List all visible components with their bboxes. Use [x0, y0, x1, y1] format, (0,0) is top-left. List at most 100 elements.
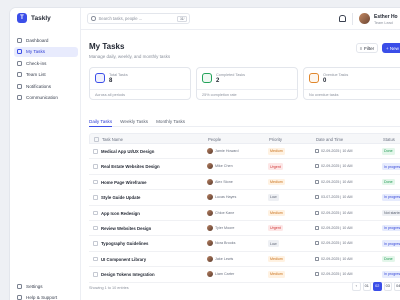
priority-badge[interactable]: Medium — [268, 178, 285, 186]
task-name[interactable]: Real Estate Websites Design — [101, 164, 160, 169]
row-checkbox[interactable] — [93, 195, 98, 200]
page-button-04[interactable]: 04 — [394, 282, 400, 291]
row-checkbox[interactable] — [93, 256, 98, 262]
task-date: 02-09-2025 | 10 AM — [321, 225, 353, 230]
brand[interactable]: T Taskly — [17, 13, 51, 23]
task-name[interactable]: Medical App UI/UX Design — [101, 149, 154, 154]
user-avatar[interactable] — [359, 13, 370, 24]
notification-bell-icon[interactable] — [339, 15, 346, 22]
calendar-icon — [315, 225, 319, 230]
card-label: Overdue Tasks — [323, 73, 349, 77]
priority-badge[interactable]: Urgent — [268, 163, 283, 170]
row-checkbox[interactable] — [93, 164, 98, 169]
table-row[interactable]: Design Tokens Integration Liam Carter Medi… — [89, 267, 400, 283]
sidebar-nav-bottom: Settings Help & Support — [14, 281, 78, 300]
search-input[interactable]: Search tasks, people ... ⌘/ — [87, 13, 190, 24]
priority-badge[interactable]: Low — [268, 240, 279, 247]
sidebar-item-dashboard[interactable]: Dashboard — [14, 35, 78, 45]
task-name[interactable]: Style Guide Update — [101, 195, 140, 200]
app-window: T Taskly Dashboard My Tasks Check-ins Team … — [10, 8, 400, 300]
row-checkbox[interactable] — [93, 210, 98, 216]
task-date: 02-09-2025 | 10 AM — [321, 210, 353, 215]
table-row[interactable]: App Icon Redesign Chloe Kane Medium 02-09-2… — [89, 206, 400, 221]
table-row[interactable]: Real Estate Websites Design Mike Chen Urge… — [89, 159, 400, 175]
status-badge[interactable]: In progress — [382, 163, 400, 170]
sidebar-item-settings[interactable]: Settings — [14, 281, 78, 291]
calendar-icon — [315, 164, 319, 169]
table-header: Task Name People Priority Date and Time Stat… — [89, 133, 400, 144]
sidebar-item-help-support[interactable]: Help & Support — [14, 293, 78, 300]
person-name: Alex Stone — [215, 179, 233, 184]
row-checkbox[interactable] — [93, 225, 98, 231]
sidebar-item-team-list[interactable]: Team List — [14, 70, 78, 80]
filter-button[interactable]: ≡ Filter — [356, 43, 378, 53]
calendar-icon — [315, 179, 319, 184]
column-header-people[interactable]: People — [208, 137, 221, 142]
sidebar-item-communication[interactable]: Communication — [14, 93, 78, 103]
person-name: Nora Brooks — [215, 241, 236, 246]
status-badge[interactable]: In progress — [382, 271, 400, 278]
person-avatar — [207, 148, 213, 154]
page-button-01[interactable]: 01 — [362, 282, 371, 291]
tab-weekly-tasks[interactable]: Weekly Tasks — [120, 115, 148, 127]
task-name[interactable]: Typography Guidelines — [101, 241, 148, 246]
task-name[interactable]: Home Page Wireframe — [101, 180, 147, 185]
task-name[interactable]: Design Tokens Integration — [101, 272, 155, 277]
priority-badge[interactable]: Medium — [268, 271, 285, 278]
new-task-button[interactable]: + New — [382, 43, 400, 53]
search-placeholder: Search tasks, people ... — [98, 16, 143, 21]
status-badge[interactable]: In progress — [382, 240, 400, 247]
page-button-02[interactable]: 02 — [373, 282, 382, 291]
table-row[interactable]: Review Websites Design Tyler Moore Urgent 0… — [89, 221, 400, 237]
status-badge[interactable]: Not started — [382, 209, 400, 217]
priority-badge[interactable]: Urgent — [268, 224, 283, 232]
priority-badge[interactable]: Medium — [268, 148, 285, 155]
column-header-status[interactable]: Status — [383, 137, 395, 142]
column-header-date-and-time[interactable]: Date and Time — [316, 137, 343, 142]
gear-icon — [17, 283, 22, 289]
check-icon — [202, 73, 212, 83]
sidebar-item-check-ins[interactable]: Check-ins — [14, 58, 78, 68]
task-name[interactable]: UI Component Library — [101, 257, 146, 262]
prev-page-button[interactable]: ‹ — [352, 282, 361, 291]
status-badge[interactable]: Done — [382, 178, 395, 186]
sidebar-item-notifications[interactable]: Notifications — [14, 81, 78, 91]
status-badge[interactable]: Done — [382, 148, 395, 155]
sidebar-item-label: Team List — [26, 72, 46, 77]
list-icon — [95, 73, 105, 83]
table-row[interactable]: Medical App UI/UX Design Jamie Howard Medi… — [89, 144, 400, 160]
sidebar: T Taskly Dashboard My Tasks Check-ins Team … — [10, 8, 81, 300]
person-name: Mike Chen — [215, 164, 233, 169]
select-all-checkbox[interactable] — [94, 137, 99, 142]
tab-monthly-tasks[interactable]: Monthly Tasks — [156, 115, 185, 127]
priority-badge[interactable]: Medium — [268, 209, 285, 217]
column-header-priority[interactable]: Priority — [269, 137, 282, 142]
row-checkbox[interactable] — [93, 241, 98, 246]
sidebar-item-my-tasks[interactable]: My Tasks — [14, 46, 78, 57]
card-value: 2 — [216, 78, 220, 84]
tab-daily-tasks[interactable]: Daily Tasks — [89, 115, 113, 127]
card-label: Completed Tasks — [216, 73, 246, 77]
priority-badge[interactable]: Low — [268, 194, 279, 201]
person-name: Liam Carter — [215, 272, 235, 277]
row-checkbox[interactable] — [93, 179, 98, 185]
row-checkbox[interactable] — [93, 272, 98, 277]
row-checkbox[interactable] — [93, 149, 98, 154]
task-name[interactable]: Review Websites Design — [101, 226, 151, 231]
table-row[interactable]: UI Component Library Jake Lewis Medium 02-0… — [89, 252, 400, 268]
page-button-03[interactable]: 03 — [383, 282, 392, 291]
column-header-task-name[interactable]: Task Name — [102, 137, 123, 142]
status-badge[interactable]: In progress — [382, 224, 400, 232]
chat-icon — [17, 95, 22, 100]
bell-icon — [17, 83, 22, 89]
task-name[interactable]: App Icon Redesign — [101, 211, 140, 216]
status-badge[interactable]: Done — [382, 255, 395, 263]
checklist-icon — [17, 49, 22, 54]
priority-badge[interactable]: Medium — [268, 255, 285, 263]
table-row[interactable]: Typography Guidelines Nora Brooks Low 02-09… — [89, 236, 400, 252]
table-row[interactable]: Style Guide Update Lucas Hayes Low 03-07-20… — [89, 190, 400, 206]
user-name: Esther Ho — [374, 14, 398, 20]
status-badge[interactable]: In progress — [382, 194, 400, 201]
divider — [352, 13, 353, 25]
table-row[interactable]: Home Page Wireframe Alex Stone Medium 02-09… — [89, 175, 400, 191]
